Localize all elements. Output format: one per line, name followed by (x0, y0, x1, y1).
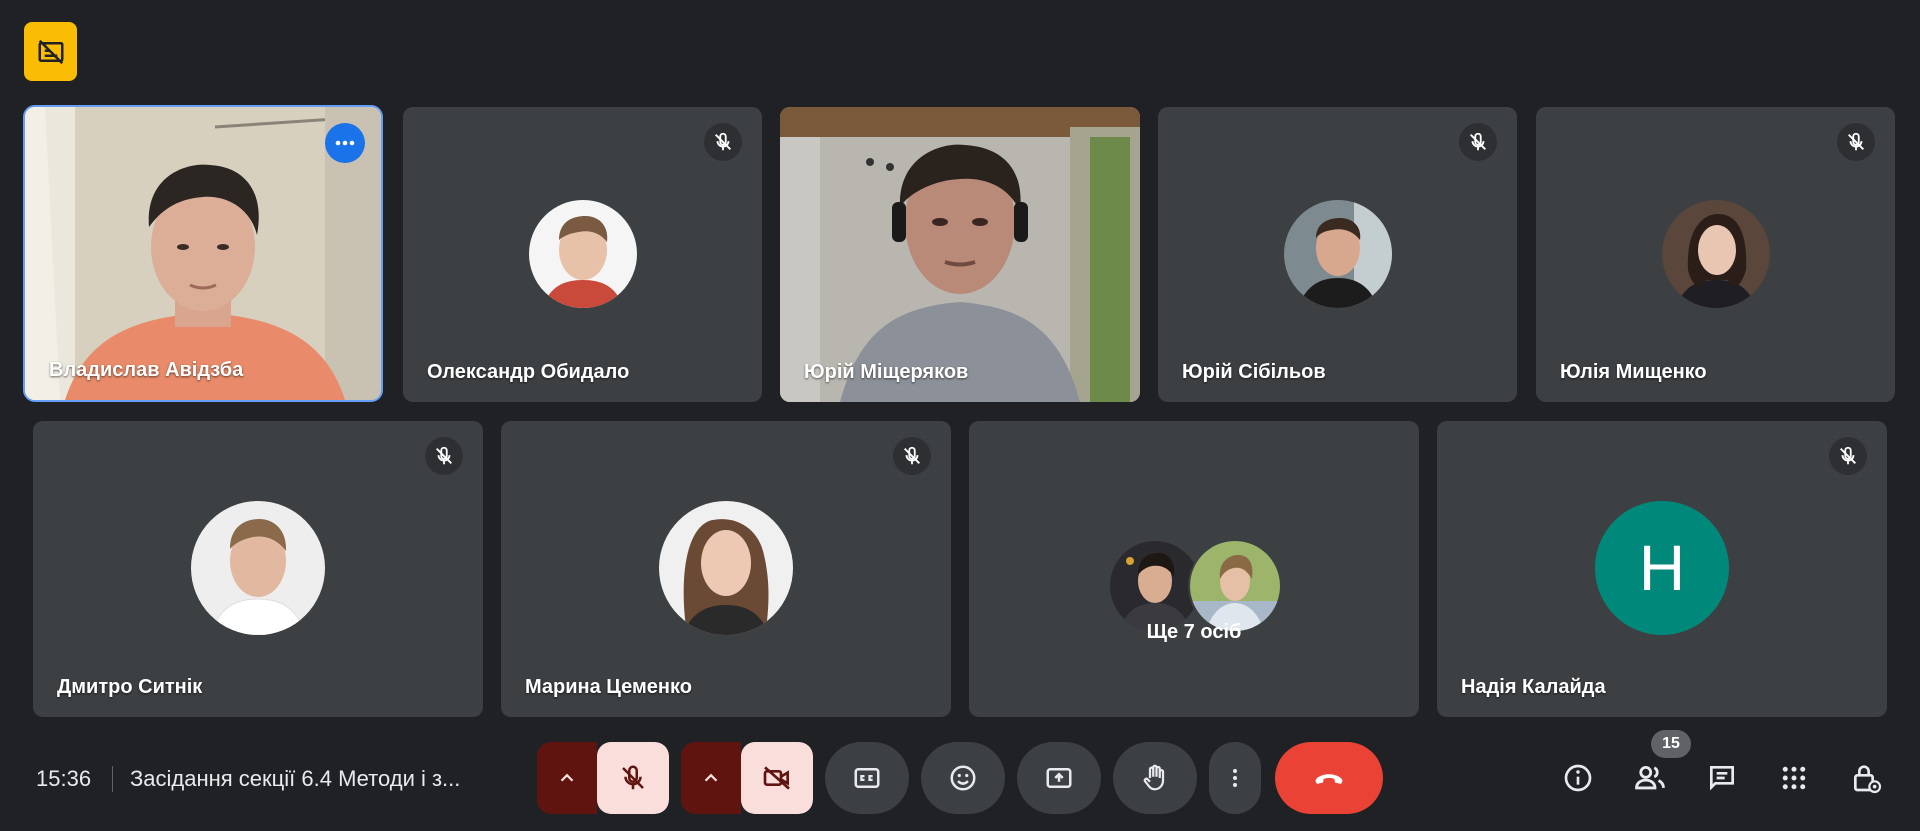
microphone-control (537, 742, 669, 814)
recording-off-icon (38, 39, 63, 64)
leave-call-button[interactable] (1275, 742, 1383, 814)
activities-button[interactable] (1770, 754, 1818, 802)
participant-avatar (1283, 200, 1392, 308)
meeting-controls-bar: 15:36 Засідання секції 6.4 Методи і з... (0, 730, 1920, 824)
more-options-button[interactable] (1209, 742, 1261, 814)
participant-avatar (659, 501, 793, 635)
chevron-up-icon (704, 773, 718, 782)
present-icon (1046, 768, 1072, 788)
mic-off-icon (1840, 446, 1856, 465)
meeting-clock: 15:36 (36, 766, 92, 791)
info-icon (1564, 764, 1592, 792)
mic-off-icon (1848, 132, 1864, 151)
reactions-button[interactable] (921, 742, 1005, 814)
participant-avatar (1188, 539, 1282, 633)
toggle-camera-button[interactable] (741, 742, 813, 814)
more-vert-icon (1233, 769, 1237, 787)
mic-off-icon (904, 446, 920, 465)
participant-tile[interactable]: Олександр Обидало (403, 107, 762, 402)
participant-tile-video[interactable]: Юрій Міщеряков (780, 107, 1140, 402)
participant-name: Олександр Обидало (427, 361, 630, 383)
meeting-title: Засідання секції 6.4 Методи і з... (130, 766, 461, 791)
more-options-icon (335, 140, 355, 146)
mic-off-indicator (1837, 123, 1875, 161)
participant-name: Юлія Мищенко (1560, 361, 1707, 383)
participant-name: Владислав Авідзба (49, 359, 244, 381)
participant-video (780, 107, 1140, 402)
people-icon (1635, 765, 1665, 790)
emoji-icon (950, 765, 976, 791)
participant-name: Дмитро Ситнік (57, 676, 203, 698)
captions-button[interactable] (825, 742, 909, 814)
participant-avatar (191, 501, 325, 635)
more-participants-tile[interactable]: Ще 7 осіб (969, 421, 1419, 717)
toggle-microphone-button[interactable] (597, 742, 669, 814)
participant-tile[interactable]: Дмитро Ситнік (33, 421, 483, 717)
camera-off-icon (763, 766, 790, 790)
participant-tile[interactable]: Юлія Мищенко (1536, 107, 1895, 402)
participant-name: Юрій Міщеряков (804, 361, 969, 383)
host-controls-icon (1854, 765, 1882, 794)
participant-options-button[interactable] (325, 123, 365, 163)
mic-off-indicator (1459, 123, 1497, 161)
people-button[interactable] (1626, 754, 1674, 802)
grouped-avatars (1108, 539, 1282, 633)
more-participants-label: Ще 7 осіб (1146, 621, 1242, 643)
raise-hand-button[interactable] (1113, 742, 1197, 814)
mic-off-indicator (425, 437, 463, 475)
chat-icon (1710, 766, 1734, 791)
video-settings-button[interactable] (681, 742, 741, 814)
participant-name: Надія Калайда (1461, 676, 1606, 698)
participant-avatar (1661, 200, 1770, 308)
audio-settings-button[interactable] (537, 742, 597, 814)
participant-name: Марина Цеменко (525, 676, 692, 698)
camera-control (681, 742, 813, 814)
mic-off-indicator (1829, 437, 1867, 475)
raise-hand-icon (1143, 764, 1165, 791)
participant-avatar (528, 200, 637, 308)
chevron-up-icon (560, 773, 574, 782)
mic-off-icon (715, 132, 731, 151)
participant-name: Юрій Сібільов (1182, 361, 1326, 383)
mic-off-icon (1470, 132, 1486, 151)
participant-tile[interactable]: Марина Цеменко (501, 421, 951, 717)
mic-off-icon (436, 446, 452, 465)
divider (112, 766, 113, 792)
mic-off-icon (622, 765, 644, 790)
end-call-icon (1315, 774, 1343, 784)
chat-button[interactable] (1698, 754, 1746, 802)
present-screen-button[interactable] (1017, 742, 1101, 814)
recording-indicator[interactable] (24, 22, 77, 81)
activities-icon (1782, 766, 1806, 790)
letter-avatar: Н (1595, 501, 1729, 635)
mic-off-indicator (893, 437, 931, 475)
captions-icon (854, 768, 880, 788)
host-controls-button[interactable] (1842, 754, 1890, 802)
participant-tile-video[interactable]: Владислав Авідзба (23, 105, 383, 402)
participant-tile[interactable]: Н Надія Калайда (1437, 421, 1887, 717)
participant-tile[interactable]: Юрій Сібільов (1158, 107, 1517, 402)
meeting-details-button[interactable] (1554, 754, 1602, 802)
mic-off-indicator (704, 123, 742, 161)
